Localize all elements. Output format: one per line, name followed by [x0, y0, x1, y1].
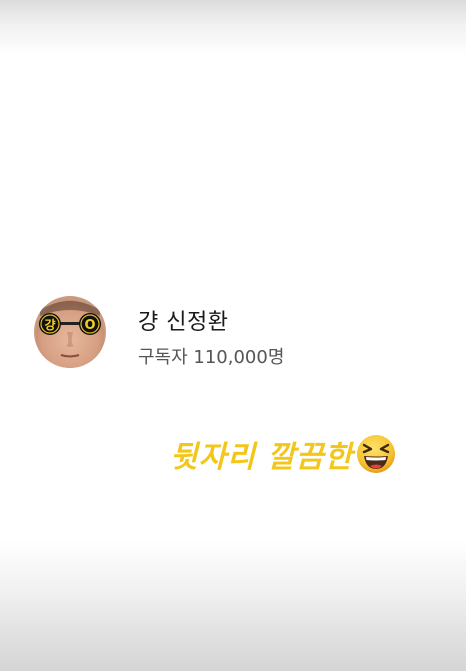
- channel-avatar[interactable]: 걍 O: [34, 296, 106, 368]
- channel-name[interactable]: 걍 신정환: [138, 304, 228, 336]
- subscriber-count: 구독자 110,000명: [138, 347, 285, 368]
- caption-text: 뒷자리 깔끔한: [170, 440, 354, 475]
- story-caption: 뒷자리 깔끔한: [170, 432, 397, 476]
- grinning-squinting-face-icon: [355, 433, 397, 475]
- glasses-right-text: O: [84, 318, 95, 333]
- channel-card[interactable]: 걍 O 걍 신정환 구독자 110,000명: [34, 296, 364, 370]
- glasses-left-text: 걍: [44, 318, 55, 332]
